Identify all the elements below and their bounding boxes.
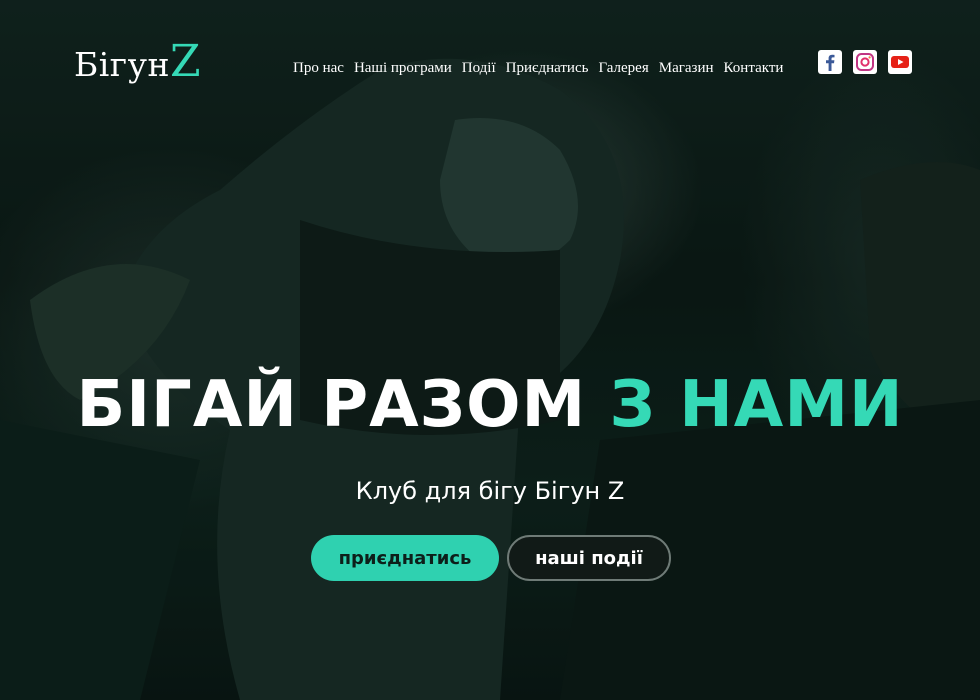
facebook-icon [826,54,835,71]
social-links [818,50,923,74]
nav-gallery[interactable]: Галерея [598,58,648,78]
hero-actions: приєднатись наші події [311,535,671,581]
nav-shop[interactable]: Магазин [659,58,714,78]
join-button[interactable]: приєднатись [311,535,499,581]
our-events-button[interactable]: наші події [507,535,671,581]
youtube-icon [891,56,909,68]
nav-contacts[interactable]: Контакти [724,58,784,78]
hero-title-accent: З НАМИ [609,368,904,442]
brand-name-accent: Z [170,36,202,87]
dark-overlay [0,0,980,700]
nav-about[interactable]: Про нас [293,58,344,78]
facebook-link[interactable] [818,50,842,74]
instagram-link[interactable] [853,50,877,74]
hero-title-main: БІГАЙ РАЗОМ [76,368,587,442]
hero-title: БІГАЙ РАЗОМ З НАМИ [0,366,980,444]
hero-section: БігунZ Про нас Наші програми Події Приєд… [0,0,980,700]
main-nav: Про нас Наші програми Події Приєднатись … [293,58,793,78]
nav-events[interactable]: Події [462,58,496,78]
hero-subtitle: Клуб для бігу Бігун Z [355,477,625,505]
nav-join[interactable]: Приєднатись [506,58,589,78]
nav-programs[interactable]: Наші програми [354,58,452,78]
instagram-icon [856,53,874,71]
youtube-link[interactable] [888,50,912,74]
site-header: БігунZ Про нас Наші програми Події Приєд… [0,0,980,100]
brand-name-main: Бігун [74,45,171,84]
brand-logo[interactable]: БігунZ [74,40,201,87]
